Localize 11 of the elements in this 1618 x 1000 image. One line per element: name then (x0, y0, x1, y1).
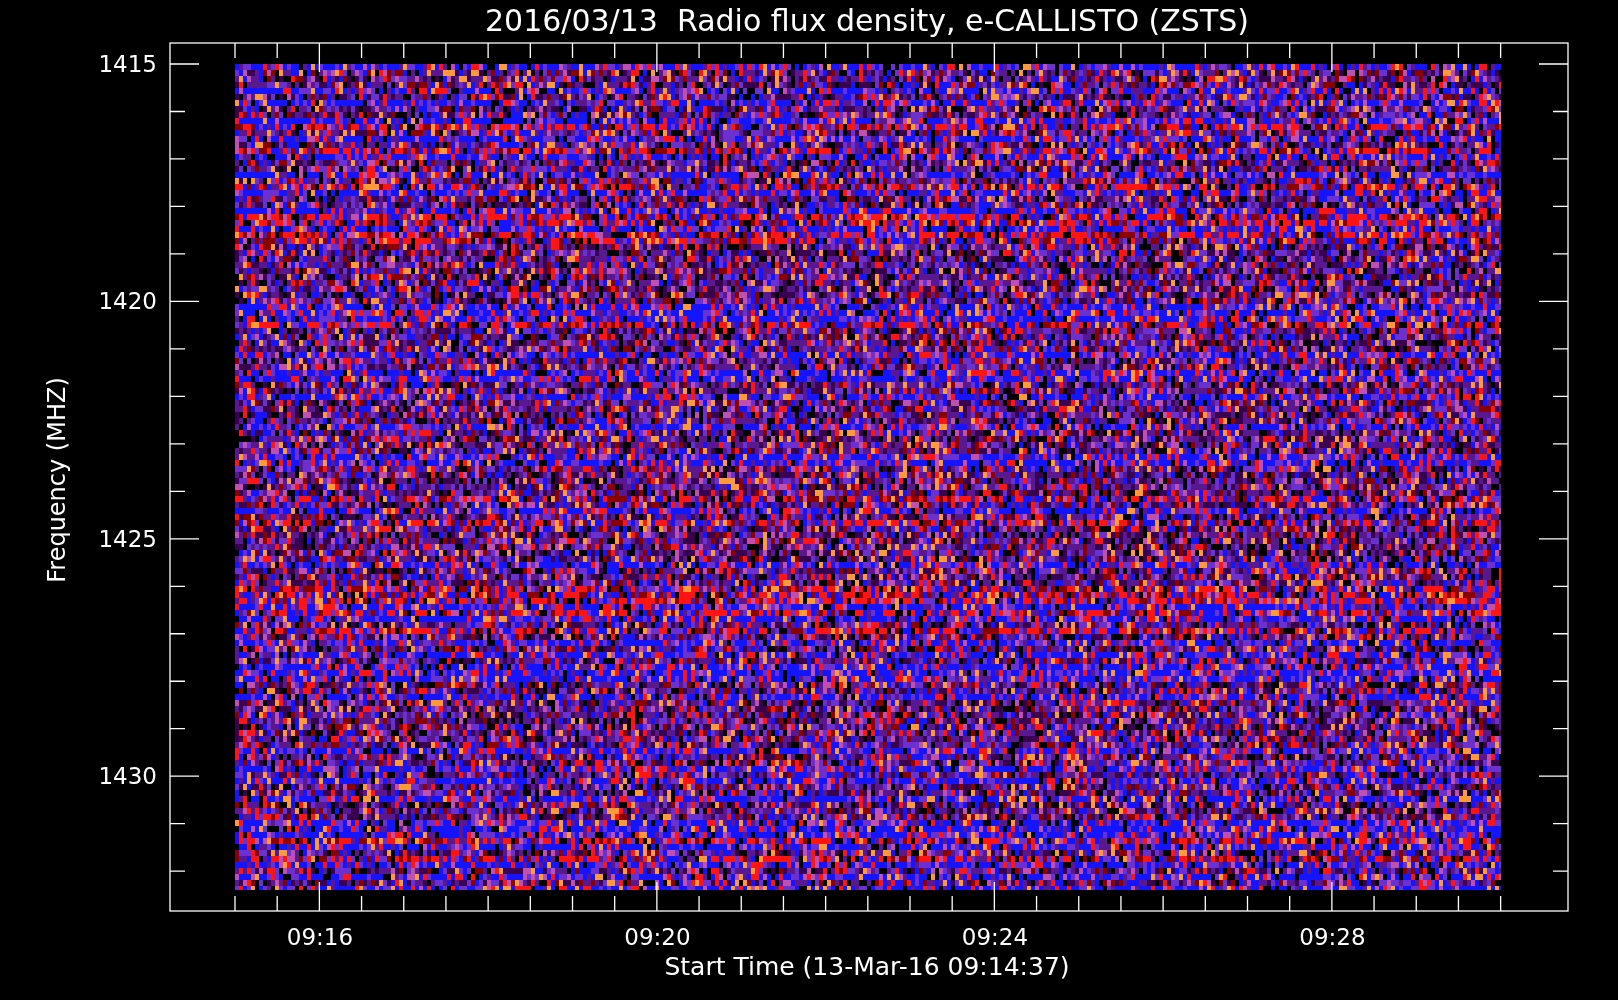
y-axis-label: Frequency (MHZ) (43, 377, 71, 583)
x-tick-label: 09:24 (961, 924, 1029, 950)
chart-title: 2016/03/13 Radio flux density, e-CALLISTO (ZSTS) (485, 3, 1249, 38)
y-tick-label: 1430 (98, 763, 157, 790)
x-tick-label: 09:20 (624, 924, 691, 950)
x-tick-label: 09:28 (1299, 924, 1366, 950)
y-tick-label: 1425 (98, 525, 157, 552)
x-axis-label: Start Time (13-Mar-16 09:14:37) (664, 952, 1070, 981)
x-tick-label: 09:16 (286, 924, 354, 950)
y-tick-label: 1415 (98, 51, 157, 77)
y-tick-label: 1420 (98, 288, 157, 315)
